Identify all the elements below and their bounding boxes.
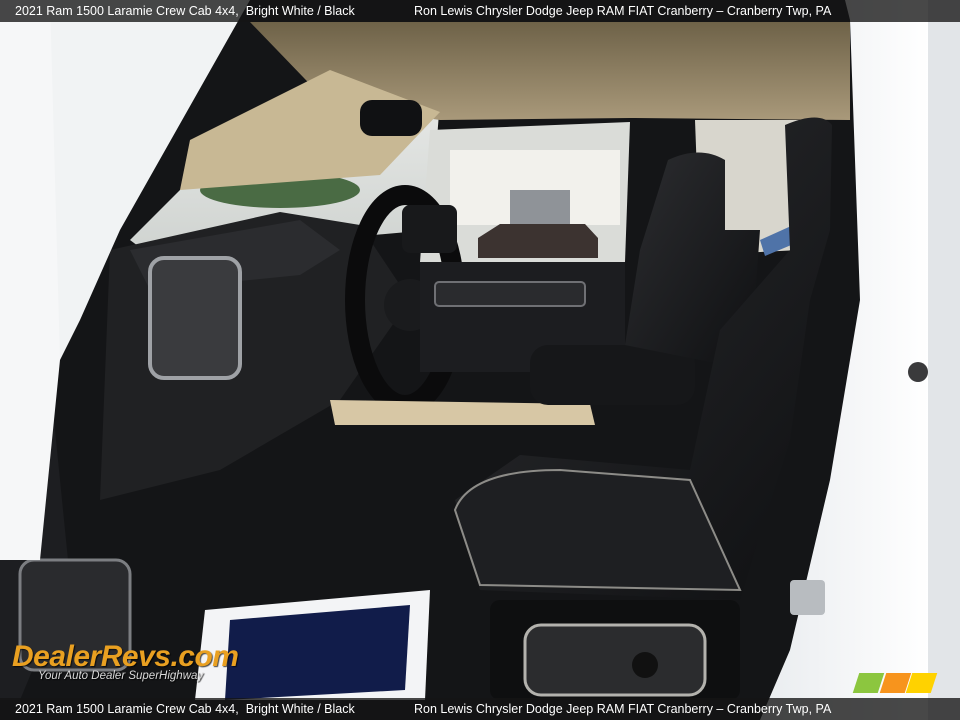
vehicle-title: 2021 Ram 1500 Laramie Crew Cab 4x4, Brig… xyxy=(15,4,355,18)
dealer-name: Ron Lewis Chrysler Dodge Jeep RAM FIAT C… xyxy=(414,4,832,18)
top-caption-bar: 2021 Ram 1500 Laramie Crew Cab 4x4, Brig… xyxy=(0,0,960,22)
watermark-logo: DealerRevs.com xyxy=(12,640,239,673)
dealer-name-bottom: Ron Lewis Chrysler Dodge Jeep RAM FIAT C… xyxy=(414,702,832,716)
interior-photo xyxy=(0,0,960,720)
watermark: DealerRevs.com Your Auto Dealer SuperHig… xyxy=(12,640,239,682)
vehicle-title-bottom: 2021 Ram 1500 Laramie Crew Cab 4x4, Brig… xyxy=(15,702,355,716)
brand-badge-icon xyxy=(852,673,938,693)
bottom-caption-bar: 2021 Ram 1500 Laramie Crew Cab 4x4, Brig… xyxy=(0,698,960,720)
